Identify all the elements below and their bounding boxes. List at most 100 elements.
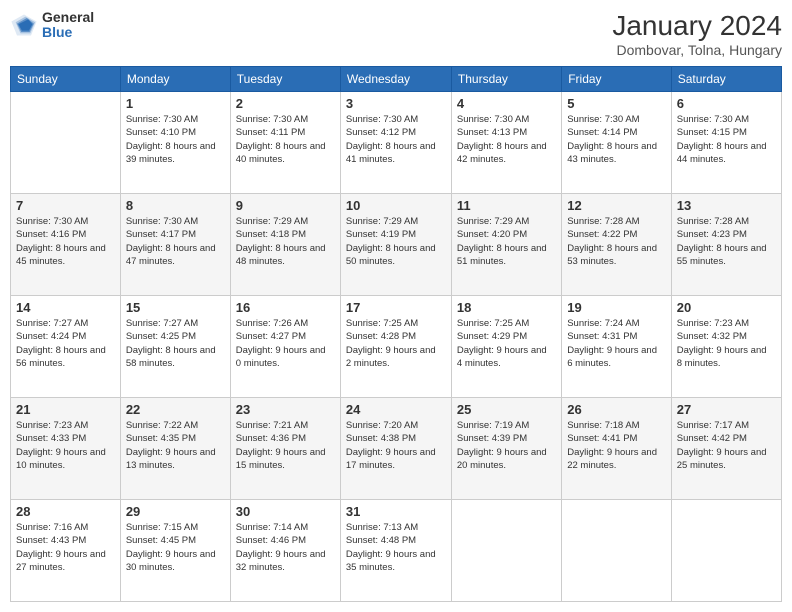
- calendar-table: SundayMondayTuesdayWednesdayThursdayFrid…: [10, 66, 782, 602]
- logo-blue-text: Blue: [42, 25, 94, 40]
- day-number: 26: [567, 402, 666, 417]
- day-info: Sunrise: 7:30 AMSunset: 4:17 PMDaylight:…: [126, 215, 225, 268]
- day-info: Sunrise: 7:16 AMSunset: 4:43 PMDaylight:…: [16, 521, 115, 574]
- calendar-cell: [11, 92, 121, 194]
- weekday-header-wednesday: Wednesday: [340, 67, 451, 92]
- day-number: 14: [16, 300, 115, 315]
- day-number: 23: [236, 402, 335, 417]
- page: General Blue January 2024 Dombovar, Toln…: [0, 0, 792, 612]
- day-number: 13: [677, 198, 776, 213]
- day-number: 20: [677, 300, 776, 315]
- month-title: January 2024: [612, 10, 782, 42]
- day-info: Sunrise: 7:27 AMSunset: 4:25 PMDaylight:…: [126, 317, 225, 370]
- day-number: 3: [346, 96, 446, 111]
- weekday-header-saturday: Saturday: [671, 67, 781, 92]
- day-number: 21: [16, 402, 115, 417]
- calendar-cell: 29 Sunrise: 7:15 AMSunset: 4:45 PMDayligh…: [120, 500, 230, 602]
- day-number: 1: [126, 96, 225, 111]
- calendar-cell: 31 Sunrise: 7:13 AMSunset: 4:48 PMDayligh…: [340, 500, 451, 602]
- calendar-cell: 1 Sunrise: 7:30 AMSunset: 4:10 PMDaylight…: [120, 92, 230, 194]
- day-number: 6: [677, 96, 776, 111]
- day-number: 8: [126, 198, 225, 213]
- calendar-cell: 2Sunrise: 7:30 AMSunset: 4:11 PMDaylight…: [230, 92, 340, 194]
- calendar-cell: 30 Sunrise: 7:14 AMSunset: 4:46 PMDayligh…: [230, 500, 340, 602]
- weekday-header-thursday: Thursday: [451, 67, 561, 92]
- day-info: Sunrise: 7:14 AMSunset: 4:46 PMDaylight:…: [236, 521, 335, 574]
- calendar-week-3: 21 Sunrise: 7:23 AMSunset: 4:33 PMDayligh…: [11, 398, 782, 500]
- day-info: Sunrise: 7:21 AMSunset: 4:36 PMDaylight:…: [236, 419, 335, 472]
- calendar-cell: 24Sunrise: 7:20 AMSunset: 4:38 PMDayligh…: [340, 398, 451, 500]
- calendar-cell: [562, 500, 672, 602]
- day-info: Sunrise: 7:30 AMSunset: 4:12 PMDaylight:…: [346, 113, 446, 166]
- day-number: 10: [346, 198, 446, 213]
- day-number: 4: [457, 96, 556, 111]
- day-number: 24: [346, 402, 446, 417]
- weekday-header-sunday: Sunday: [11, 67, 121, 92]
- calendar-cell: 26 Sunrise: 7:18 AMSunset: 4:41 PMDayligh…: [562, 398, 672, 500]
- day-number: 25: [457, 402, 556, 417]
- day-info: Sunrise: 7:29 AMSunset: 4:19 PMDaylight:…: [346, 215, 446, 268]
- calendar-cell: [451, 500, 561, 602]
- calendar-cell: 28Sunrise: 7:16 AMSunset: 4:43 PMDayligh…: [11, 500, 121, 602]
- day-info: Sunrise: 7:25 AMSunset: 4:29 PMDaylight:…: [457, 317, 556, 370]
- calendar-week-4: 28Sunrise: 7:16 AMSunset: 4:43 PMDayligh…: [11, 500, 782, 602]
- calendar-cell: 22 Sunrise: 7:22 AMSunset: 4:35 PMDayligh…: [120, 398, 230, 500]
- weekday-header-row: SundayMondayTuesdayWednesdayThursdayFrid…: [11, 67, 782, 92]
- day-info: Sunrise: 7:19 AMSunset: 4:39 PMDaylight:…: [457, 419, 556, 472]
- calendar-week-0: 1 Sunrise: 7:30 AMSunset: 4:10 PMDaylight…: [11, 92, 782, 194]
- calendar-cell: 9 Sunrise: 7:29 AMSunset: 4:18 PMDaylight…: [230, 194, 340, 296]
- day-number: 29: [126, 504, 225, 519]
- calendar-cell: 4 Sunrise: 7:30 AMSunset: 4:13 PMDaylight…: [451, 92, 561, 194]
- day-number: 19: [567, 300, 666, 315]
- calendar-cell: 6 Sunrise: 7:30 AMSunset: 4:15 PMDaylight…: [671, 92, 781, 194]
- calendar-week-2: 14 Sunrise: 7:27 AMSunset: 4:24 PMDayligh…: [11, 296, 782, 398]
- calendar-cell: [671, 500, 781, 602]
- day-info: Sunrise: 7:23 AMSunset: 4:33 PMDaylight:…: [16, 419, 115, 472]
- day-info: Sunrise: 7:28 AMSunset: 4:23 PMDaylight:…: [677, 215, 776, 268]
- day-info: Sunrise: 7:25 AMSunset: 4:28 PMDaylight:…: [346, 317, 446, 370]
- day-number: 12: [567, 198, 666, 213]
- logo-general-text: General: [42, 10, 94, 25]
- day-info: Sunrise: 7:17 AMSunset: 4:42 PMDaylight:…: [677, 419, 776, 472]
- day-info: Sunrise: 7:30 AMSunset: 4:10 PMDaylight:…: [126, 113, 225, 166]
- day-info: Sunrise: 7:24 AMSunset: 4:31 PMDaylight:…: [567, 317, 666, 370]
- calendar-cell: 12 Sunrise: 7:28 AMSunset: 4:22 PMDayligh…: [562, 194, 672, 296]
- day-info: Sunrise: 7:18 AMSunset: 4:41 PMDaylight:…: [567, 419, 666, 472]
- weekday-header-monday: Monday: [120, 67, 230, 92]
- day-info: Sunrise: 7:28 AMSunset: 4:22 PMDaylight:…: [567, 215, 666, 268]
- day-info: Sunrise: 7:22 AMSunset: 4:35 PMDaylight:…: [126, 419, 225, 472]
- day-info: Sunrise: 7:29 AMSunset: 4:18 PMDaylight:…: [236, 215, 335, 268]
- calendar-cell: 23 Sunrise: 7:21 AMSunset: 4:36 PMDayligh…: [230, 398, 340, 500]
- day-number: 27: [677, 402, 776, 417]
- day-number: 30: [236, 504, 335, 519]
- calendar-cell: 7Sunrise: 7:30 AMSunset: 4:16 PMDaylight…: [11, 194, 121, 296]
- calendar-cell: 14 Sunrise: 7:27 AMSunset: 4:24 PMDayligh…: [11, 296, 121, 398]
- calendar-cell: 5 Sunrise: 7:30 AMSunset: 4:14 PMDaylight…: [562, 92, 672, 194]
- day-info: Sunrise: 7:30 AMSunset: 4:11 PMDaylight:…: [236, 113, 335, 166]
- day-number: 16: [236, 300, 335, 315]
- day-number: 5: [567, 96, 666, 111]
- day-info: Sunrise: 7:23 AMSunset: 4:32 PMDaylight:…: [677, 317, 776, 370]
- logo-icon: [10, 11, 38, 39]
- calendar-cell: 20 Sunrise: 7:23 AMSunset: 4:32 PMDayligh…: [671, 296, 781, 398]
- day-number: 31: [346, 504, 446, 519]
- day-number: 9: [236, 198, 335, 213]
- day-info: Sunrise: 7:30 AMSunset: 4:15 PMDaylight:…: [677, 113, 776, 166]
- calendar-cell: 11Sunrise: 7:29 AMSunset: 4:20 PMDayligh…: [451, 194, 561, 296]
- day-info: Sunrise: 7:27 AMSunset: 4:24 PMDaylight:…: [16, 317, 115, 370]
- day-number: 22: [126, 402, 225, 417]
- day-info: Sunrise: 7:15 AMSunset: 4:45 PMDaylight:…: [126, 521, 225, 574]
- day-number: 11: [457, 198, 556, 213]
- day-number: 7: [16, 198, 115, 213]
- day-info: Sunrise: 7:13 AMSunset: 4:48 PMDaylight:…: [346, 521, 446, 574]
- weekday-header-tuesday: Tuesday: [230, 67, 340, 92]
- day-info: Sunrise: 7:30 AMSunset: 4:14 PMDaylight:…: [567, 113, 666, 166]
- day-info: Sunrise: 7:30 AMSunset: 4:13 PMDaylight:…: [457, 113, 556, 166]
- calendar-cell: 15Sunrise: 7:27 AMSunset: 4:25 PMDayligh…: [120, 296, 230, 398]
- calendar-cell: 10 Sunrise: 7:29 AMSunset: 4:19 PMDayligh…: [340, 194, 451, 296]
- location: Dombovar, Tolna, Hungary: [612, 42, 782, 58]
- calendar-cell: 25 Sunrise: 7:19 AMSunset: 4:39 PMDayligh…: [451, 398, 561, 500]
- calendar-cell: 17Sunrise: 7:25 AMSunset: 4:28 PMDayligh…: [340, 296, 451, 398]
- calendar-cell: 16Sunrise: 7:26 AMSunset: 4:27 PMDayligh…: [230, 296, 340, 398]
- calendar-cell: 13 Sunrise: 7:28 AMSunset: 4:23 PMDayligh…: [671, 194, 781, 296]
